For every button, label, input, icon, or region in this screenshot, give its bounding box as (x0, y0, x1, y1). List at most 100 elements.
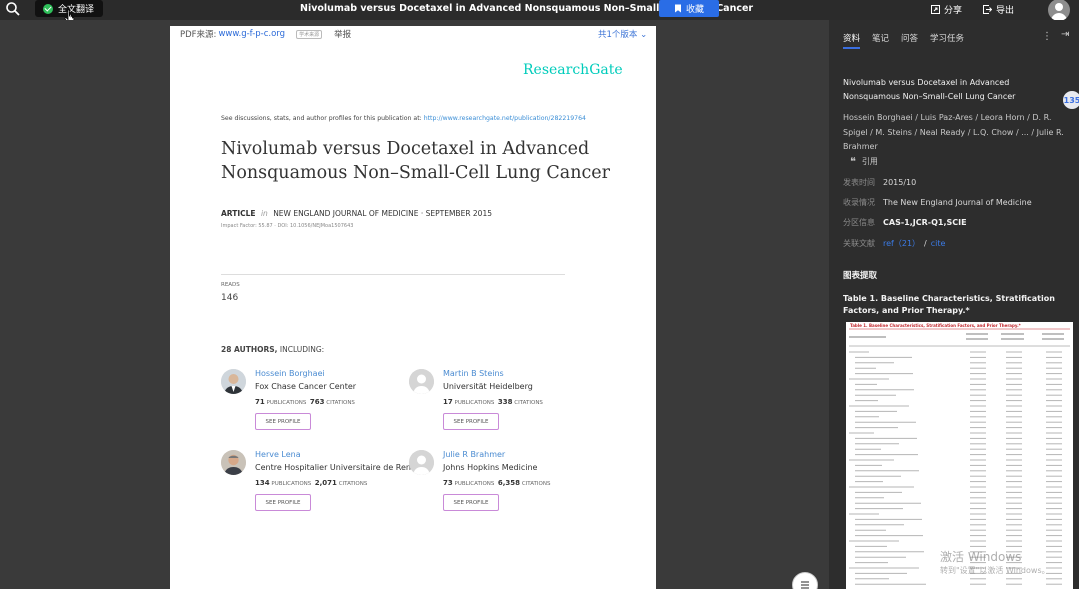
author-card: Julie R Brahmer Johns Hopkins Medicine 7… (409, 450, 609, 520)
thumbnail-heading: Table 1. Baseline Characteristics, Strat… (850, 323, 1021, 328)
report-link[interactable]: 举报 (334, 28, 351, 40)
discussion-text: See discussions, stats, and author profi… (221, 115, 586, 122)
author-institution: Fox Chase Cancer Center (255, 382, 357, 391)
publications-label: PUBLICATIONS (454, 481, 495, 487)
see-profile-button[interactable]: SEE PROFILE (255, 494, 311, 511)
document-title: Nivolumab versus Docetaxel in Advanced N… (300, 3, 754, 14)
user-avatar[interactable] (1048, 0, 1070, 21)
author-card: Martin B Steins Universität Heidelberg 1… (409, 369, 609, 439)
citations-count: 6,358 (497, 479, 521, 487)
author-card: Hossein Borghaei Fox Chase Cancer Center… (221, 369, 421, 439)
author-photo (221, 369, 246, 394)
tab-notes[interactable]: 笔记 (872, 32, 889, 44)
tab-qa[interactable]: 问答 (901, 32, 918, 44)
author-stats: 17 PUBLICATIONS 338 CITATIONS (443, 398, 543, 406)
meta-related: 关联文献 ref（21） / cite (843, 238, 945, 249)
publications-count: 73 (443, 479, 453, 487)
partition-value: CAS-1,JCR-Q1,SCIE (883, 218, 967, 227)
check-icon (43, 3, 53, 14)
see-profile-button[interactable]: SEE PROFILE (443, 413, 499, 430)
author-card: Herve Lena Centre Hospitalier Universita… (221, 450, 425, 520)
published-label: 发表时间 (843, 178, 875, 187)
author-institution: Universität Heidelberg (443, 382, 533, 391)
article-label: ARTICLE (221, 209, 256, 218)
author-name[interactable]: Martin B Steins (443, 369, 504, 378)
windows-watermark: 激活 Windows (940, 550, 1022, 564)
source-tag: 学术来源 (296, 29, 323, 39)
journal-line: NEW ENGLAND JOURNAL OF MEDICINE · SEPTEM… (273, 209, 492, 218)
publications-label: PUBLICATIONS (454, 400, 495, 406)
author-institution: Centre Hospitalier Universitaire de Renn… (255, 463, 426, 472)
pdf-page: PDF来源: www.g-f-p-c.org 学术来源 举报 共1个版本 ⌄ R… (170, 26, 656, 589)
impact-line: Impact Factor: 55.87 · DOI: 10.1056/NEJM… (221, 223, 354, 229)
author-placeholder-avatar (409, 450, 434, 475)
citations-label: CITATIONS (521, 481, 551, 487)
discussion-url[interactable]: http://www.researchgate.net/publication/… (424, 115, 586, 122)
see-profile-button[interactable]: SEE PROFILE (255, 413, 311, 430)
tab-info[interactable]: 资料 (843, 32, 861, 49)
author-name[interactable]: Herve Lena (255, 450, 301, 459)
share-label: 分享 (944, 6, 963, 16)
publications-label: PUBLICATIONS (271, 481, 312, 487)
divider (221, 274, 565, 275)
author-stats: 134 PUBLICATIONS 2,071 CITATIONS (255, 479, 367, 487)
citations-count: 338 (497, 398, 513, 406)
authors-including: INCLUDING: (279, 345, 325, 354)
meta-published: 发表时间 2015/10 (843, 177, 916, 188)
tab-study-tasks[interactable]: 学习任务 (930, 32, 964, 44)
author-name[interactable]: Hossein Borghaei (255, 369, 325, 378)
authors-heading: 28 AUTHORS, INCLUDING: (221, 345, 324, 354)
cite-button[interactable]: ❝ 引用 (850, 155, 878, 168)
panel-authors: Hossein Borghaei / Luis Paz-Ares / Leora… (843, 113, 1064, 151)
meta-partition: 分区信息 CAS-1,JCR-Q1,SCIE (843, 217, 967, 228)
bookmark-icon (674, 4, 681, 13)
publications-label: PUBLICATIONS (266, 400, 307, 406)
separator: / (924, 239, 927, 248)
author-photo (221, 450, 246, 475)
info-panel: 资料 笔记 问答 学习任务 ⋮ ⇥ Nivolumab versus Docet… (829, 20, 1079, 589)
chart-extract-heading: 图表提取 (843, 271, 878, 281)
cite-link[interactable]: cite (931, 239, 946, 248)
citations-count: 2,071 (314, 479, 337, 487)
in-label: in (260, 209, 268, 218)
reads-label: READS (221, 282, 240, 288)
versions-label: 共1个版本 (598, 30, 638, 40)
table-title[interactable]: Table 1. Baseline Characteristics, Strat… (843, 293, 1068, 317)
author-placeholder-avatar (409, 369, 434, 394)
see-profile-button[interactable]: SEE PROFILE (443, 494, 499, 511)
citations-label: CITATIONS (326, 400, 355, 406)
reads-value: 146 (221, 293, 239, 303)
versions-dropdown[interactable]: 共1个版本 ⌄ (598, 28, 647, 40)
share-button[interactable]: 分享 (931, 3, 962, 16)
paper-title: Nivolumab versus Docetaxel in Advanced N… (221, 139, 610, 183)
citations-count: 763 (309, 398, 325, 406)
export-icon (983, 5, 992, 14)
researchgate-logo: ResearchGate (523, 62, 623, 78)
windows-watermark-sub: 转到"设置"以激活 Windows。 (940, 566, 1050, 575)
citations-label: CITATIONS (514, 400, 543, 406)
chevron-down-icon: ⌄ (640, 30, 648, 40)
document-viewer[interactable]: PDF来源: www.g-f-p-c.org 学术来源 举报 共1个版本 ⌄ R… (0, 20, 829, 589)
published-value: 2015/10 (883, 178, 917, 187)
publications-count: 17 (443, 398, 453, 406)
authors-count: 28 AUTHORS, (221, 345, 278, 354)
meta-indexed: 收录情况 The New England Journal of Medicine (843, 197, 1032, 208)
author-stats: 73 PUBLICATIONS 6,358 CITATIONS (443, 479, 550, 487)
collapse-icon[interactable]: ⇥ (1061, 29, 1069, 40)
search-icon[interactable] (5, 1, 21, 17)
side-badge[interactable]: 135 (1063, 91, 1079, 109)
source-link[interactable]: www.g-f-p-c.org (218, 29, 285, 39)
outline-button[interactable] (792, 572, 818, 589)
favorite-label: 收藏 (685, 5, 704, 15)
panel-tabs: 资料 笔记 问答 学习任务 (843, 32, 976, 49)
quote-icon: ❝ (850, 155, 856, 168)
panel-paper-title: Nivolumab versus Docetaxel in Advanced N… (843, 78, 1016, 101)
discussion-label: See discussions, stats, and author profi… (221, 115, 422, 122)
ref-link[interactable]: ref（21） (883, 239, 920, 248)
author-name[interactable]: Julie R Brahmer (443, 450, 505, 459)
favorite-button[interactable]: 收藏 (659, 0, 719, 17)
more-icon[interactable]: ⋮ (1042, 31, 1052, 42)
export-label: 导出 (996, 6, 1015, 16)
export-button[interactable]: 导出 (983, 3, 1014, 16)
top-bar: 全文翻译 Nivolumab versus Docetaxel in Advan… (0, 0, 1079, 21)
